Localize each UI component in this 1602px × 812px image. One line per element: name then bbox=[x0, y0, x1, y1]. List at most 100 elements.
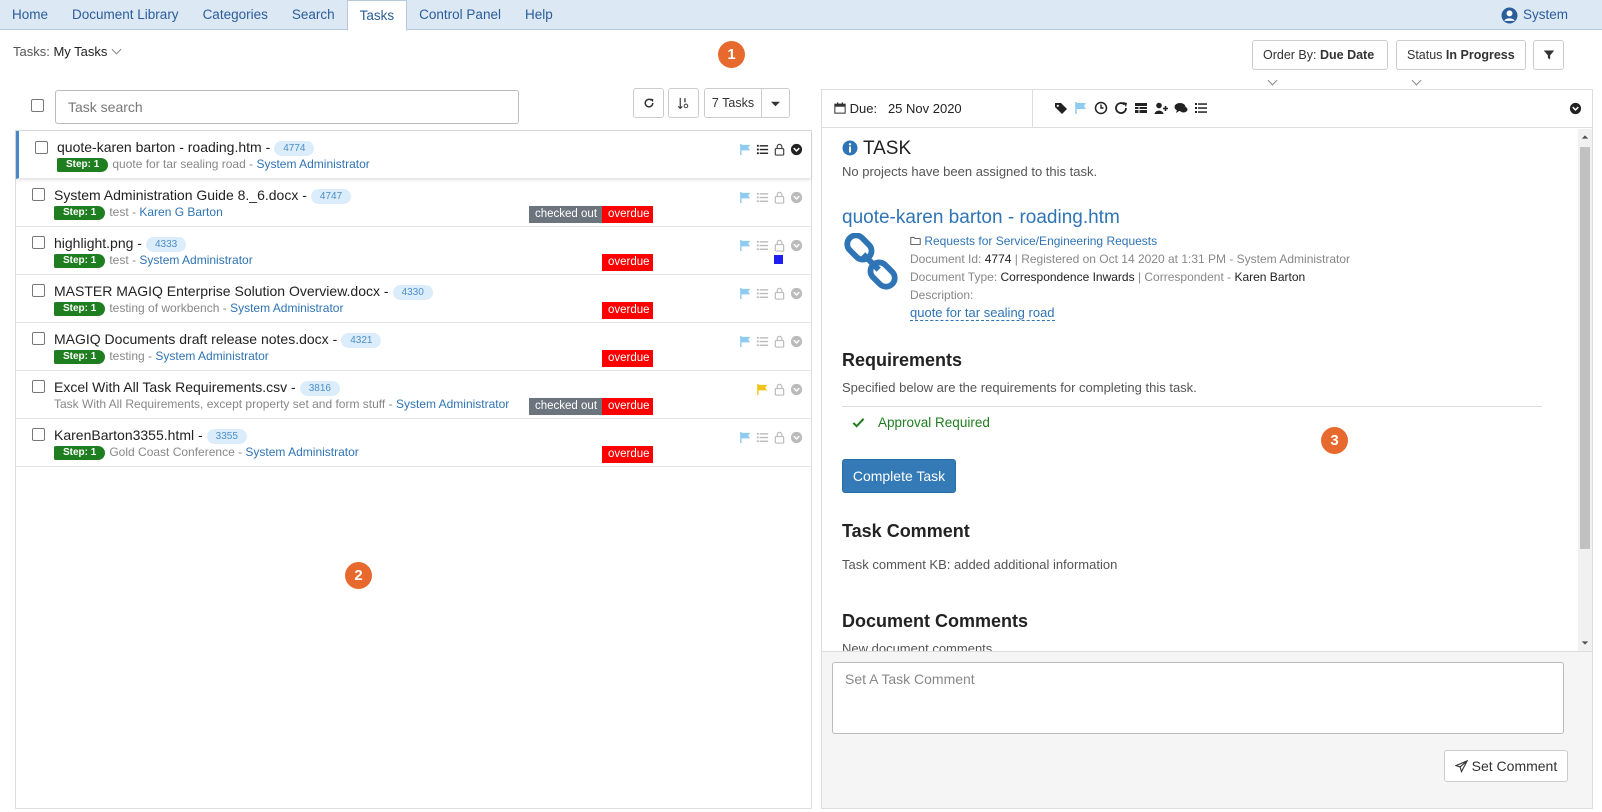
chevron-circle-down-icon[interactable] bbox=[790, 335, 803, 348]
task-row-checkbox[interactable] bbox=[32, 428, 45, 441]
task-row[interactable]: MASTER MAGIQ Enterprise Solution Overvie… bbox=[16, 275, 811, 323]
task-row-checkbox[interactable] bbox=[32, 332, 45, 345]
task-row-title[interactable]: MASTER MAGIQ Enterprise Solution Overvie… bbox=[54, 283, 433, 300]
list-icon[interactable] bbox=[1194, 101, 1208, 115]
task-row-title[interactable]: Excel With All Task Requirements.csv -38… bbox=[54, 379, 340, 396]
flag-icon[interactable] bbox=[756, 383, 769, 396]
tags-icon[interactable] bbox=[1054, 101, 1068, 115]
lock-icon[interactable] bbox=[773, 143, 786, 156]
chevron-down-icon bbox=[1267, 75, 1278, 86]
flag-icon[interactable] bbox=[739, 287, 752, 300]
task-row[interactable]: KarenBarton3355.html -3355 Step: 1 Gold C… bbox=[16, 419, 811, 467]
flag-icon[interactable] bbox=[739, 431, 752, 444]
document-title-link[interactable]: quote-karen barton - roading.htm bbox=[842, 207, 1120, 229]
refresh-icon[interactable] bbox=[1114, 101, 1128, 115]
task-row-checkbox[interactable] bbox=[35, 141, 48, 154]
task-row[interactable]: Excel With All Task Requirements.csv -38… bbox=[16, 371, 811, 419]
refresh-icon bbox=[644, 98, 654, 108]
user-menu[interactable]: System bbox=[1501, 0, 1568, 30]
list-icon[interactable] bbox=[756, 239, 769, 252]
task-row-checkbox[interactable] bbox=[32, 284, 45, 297]
flag-icon[interactable] bbox=[739, 191, 752, 204]
description-value[interactable]: quote for tar sealing road bbox=[910, 305, 1055, 321]
list-icon[interactable] bbox=[756, 335, 769, 348]
lock-icon[interactable] bbox=[773, 191, 786, 204]
nav-help[interactable]: Help bbox=[513, 0, 565, 30]
chevron-circle-down-icon[interactable] bbox=[790, 239, 803, 252]
chevron-circle-down-icon[interactable] bbox=[790, 383, 803, 396]
list-icon[interactable] bbox=[756, 143, 769, 156]
flag-icon[interactable] bbox=[739, 239, 752, 252]
task-user-link[interactable]: System Administrator bbox=[256, 157, 369, 171]
task-row[interactable]: System Administration Guide 8._6.docx -4… bbox=[16, 179, 811, 227]
sort-button[interactable] bbox=[668, 88, 699, 118]
flag-icon[interactable] bbox=[1074, 101, 1088, 115]
chevron-circle-down-icon[interactable] bbox=[790, 143, 803, 156]
chevron-circle-down-icon[interactable] bbox=[790, 191, 803, 204]
chevron-circle-down-icon[interactable] bbox=[790, 431, 803, 444]
task-row[interactable]: MAGIQ Documents draft release notes.docx… bbox=[16, 323, 811, 371]
table-icon[interactable] bbox=[1134, 101, 1148, 115]
chevron-circle-down-icon[interactable] bbox=[790, 287, 803, 300]
lock-icon[interactable] bbox=[773, 335, 786, 348]
list-icon[interactable] bbox=[756, 431, 769, 444]
task-user-link[interactable]: System Administrator bbox=[245, 445, 358, 459]
complete-task-button[interactable]: Complete Task bbox=[842, 459, 956, 493]
task-user-link[interactable]: Karen G Barton bbox=[139, 205, 222, 219]
status-dropdown[interactable]: Status In Progress bbox=[1396, 40, 1526, 86]
task-row-title[interactable]: KarenBarton3355.html -3355 bbox=[54, 427, 247, 444]
comments-icon[interactable] bbox=[1174, 101, 1188, 115]
select-all-checkbox[interactable] bbox=[31, 99, 44, 112]
task-search-input[interactable]: Task search bbox=[55, 90, 519, 124]
refresh-button[interactable] bbox=[633, 88, 664, 118]
task-user-link[interactable]: System Administrator bbox=[155, 349, 268, 363]
list-icon[interactable] bbox=[756, 287, 769, 300]
tasks-filter-dropdown[interactable]: Tasks: My Tasks bbox=[13, 44, 122, 59]
task-row-checkbox[interactable] bbox=[32, 236, 45, 249]
order-by-dropdown[interactable]: Order By: Due Date bbox=[1252, 40, 1388, 86]
task-row[interactable]: quote-karen barton - roading.htm -4774 S… bbox=[16, 131, 811, 179]
doc-id-pill: 4321 bbox=[341, 332, 382, 348]
checked-out-badge: checked out bbox=[529, 398, 604, 415]
nav-home[interactable]: Home bbox=[0, 0, 60, 30]
step-badge: Step: 1 bbox=[57, 157, 109, 172]
scroll-down-icon[interactable] bbox=[1581, 639, 1589, 647]
task-row-title[interactable]: quote-karen barton - roading.htm -4774 bbox=[57, 139, 315, 156]
folder-path[interactable]: Requests for Service/Engineering Request… bbox=[910, 234, 1157, 248]
task-count-button[interactable]: 7 Tasks bbox=[704, 88, 762, 118]
list-icon[interactable] bbox=[756, 191, 769, 204]
lock-icon[interactable] bbox=[773, 287, 786, 300]
overdue-badge: overdue bbox=[602, 350, 653, 367]
nav-search[interactable]: Search bbox=[280, 0, 347, 30]
detail-scrollbar[interactable] bbox=[1578, 129, 1592, 651]
flag-icon[interactable] bbox=[739, 143, 752, 156]
task-count-dropdown-toggle[interactable] bbox=[761, 88, 790, 118]
task-user-link[interactable]: System Administrator bbox=[396, 397, 509, 411]
user-plus-icon[interactable] bbox=[1154, 101, 1168, 115]
filter-button[interactable] bbox=[1533, 40, 1564, 70]
nav-tasks[interactable]: Tasks bbox=[346, 0, 408, 31]
task-comment-input[interactable]: Set A Task Comment bbox=[832, 662, 1564, 734]
scrollbar-thumb[interactable] bbox=[1580, 147, 1590, 549]
task-row-title[interactable]: highlight.png -4333 bbox=[54, 235, 187, 252]
task-row-checkbox[interactable] bbox=[32, 380, 45, 393]
lock-icon[interactable] bbox=[773, 239, 786, 252]
task-row-checkbox[interactable] bbox=[32, 188, 45, 201]
lock-icon[interactable] bbox=[773, 431, 786, 444]
task-row[interactable]: highlight.png -4333 Step: 1 test - System… bbox=[16, 227, 811, 275]
task-user-link[interactable]: System Administrator bbox=[230, 301, 343, 315]
chevron-circle-down-icon[interactable] bbox=[1569, 102, 1582, 115]
set-comment-button[interactable]: Set Comment bbox=[1444, 750, 1568, 782]
doc-id-pill: 4330 bbox=[392, 284, 433, 300]
task-row-title[interactable]: System Administration Guide 8._6.docx -4… bbox=[54, 187, 352, 204]
flag-icon[interactable] bbox=[739, 335, 752, 348]
clock-icon[interactable] bbox=[1094, 101, 1108, 115]
task-row-title[interactable]: MAGIQ Documents draft release notes.docx… bbox=[54, 331, 382, 348]
task-user-link[interactable]: System Administrator bbox=[139, 253, 252, 267]
step-badge: Step: 1 bbox=[54, 445, 106, 460]
nav-control-panel[interactable]: Control Panel bbox=[407, 0, 513, 30]
scroll-up-icon[interactable] bbox=[1581, 133, 1589, 141]
nav-document-library[interactable]: Document Library bbox=[60, 0, 191, 30]
nav-categories[interactable]: Categories bbox=[191, 0, 280, 30]
lock-icon[interactable] bbox=[773, 383, 786, 396]
